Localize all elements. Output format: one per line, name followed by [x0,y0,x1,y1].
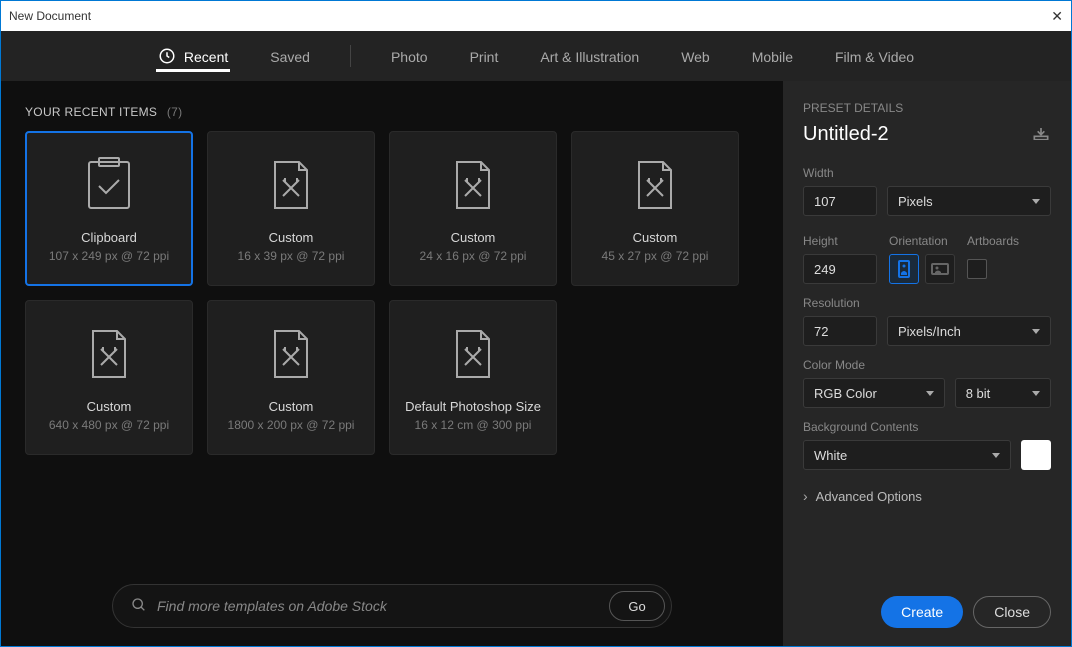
preset-card[interactable]: Custom 16 x 39 px @ 72 ppi [207,131,375,286]
colormode-select[interactable]: RGB Color [803,378,945,408]
bg-color-swatch[interactable] [1021,440,1051,470]
save-preset-icon[interactable] [1031,126,1051,143]
document-icon [633,154,677,216]
orientation-label: Orientation [889,234,955,248]
artboards-label: Artboards [967,234,1019,248]
tab-web[interactable]: Web [679,43,712,69]
width-unit-select[interactable]: Pixels [887,186,1051,216]
search-icon [131,597,147,616]
create-button[interactable]: Create [881,596,963,628]
height-input[interactable] [803,254,877,284]
preset-card[interactable]: Custom 1800 x 200 px @ 72 ppi [207,300,375,455]
preset-card-label: Custom [451,230,496,245]
preset-card-meta: 16 x 39 px @ 72 ppi [238,249,345,263]
preset-details-panel: PRESET DETAILS Untitled-2 Width Pixels H… [783,81,1071,646]
clipboard-icon [83,154,135,216]
stock-search-input[interactable] [157,598,599,614]
colordepth-select[interactable]: 8 bit [955,378,1051,408]
window-title: New Document [9,9,1023,23]
preset-card-meta: 16 x 12 cm @ 300 ppi [415,418,532,432]
title-bar: New Document ✕ [1,1,1071,31]
preset-card[interactable]: Default Photoshop Size 16 x 12 cm @ 300 p… [389,300,557,455]
preset-card-meta: 45 x 27 px @ 72 ppi [602,249,709,263]
recent-icon [158,47,176,68]
tab-mobile[interactable]: Mobile [750,43,795,69]
preset-card-meta: 640 x 480 px @ 72 ppi [49,418,169,432]
advanced-options-label: Advanced Options [816,489,922,504]
chevron-right-icon [803,488,808,504]
orientation-landscape-button[interactable] [925,254,955,284]
tab-divider [350,45,351,67]
close-icon[interactable]: ✕ [1023,8,1063,25]
preset-details-header: PRESET DETAILS [803,101,1051,115]
preset-card-label: Clipboard [81,230,137,245]
tab-recent[interactable]: Recent [156,41,230,72]
preset-card[interactable]: Custom 45 x 27 px @ 72 ppi [571,131,739,286]
recent-items-count: (7) [167,105,183,119]
preset-card-label: Custom [269,230,314,245]
document-icon [269,323,313,385]
document-icon [87,323,131,385]
resolution-unit-select[interactable]: Pixels/Inch [887,316,1051,346]
close-button[interactable]: Close [973,596,1051,628]
preset-card-label: Custom [87,399,132,414]
tab-saved[interactable]: Saved [268,43,312,69]
preset-grid: Clipboard 107 x 249 px @ 72 ppi Custom 16 x… [25,131,759,455]
bg-label: Background Contents [803,420,1051,434]
stock-search-bar: Go [112,584,672,628]
document-icon [451,323,495,385]
preset-card[interactable]: Custom 640 x 480 px @ 72 ppi [25,300,193,455]
preset-card[interactable]: Custom 24 x 16 px @ 72 ppi [389,131,557,286]
document-name[interactable]: Untitled-2 [803,123,1031,146]
artboards-checkbox[interactable] [967,259,987,279]
orientation-portrait-button[interactable] [889,254,919,284]
preset-card-meta: 107 x 249 px @ 72 ppi [49,249,169,263]
preset-card-meta: 24 x 16 px @ 72 ppi [420,249,527,263]
tab-bar: Recent Saved Photo Print Art & Illustration W… [1,31,1071,81]
recent-items-header: YOUR RECENT ITEMS (7) [25,105,759,119]
preset-card-meta: 1800 x 200 px @ 72 ppi [228,418,355,432]
height-label: Height [803,234,877,248]
tab-art-illustration[interactable]: Art & Illustration [538,43,641,69]
resolution-input[interactable] [803,316,877,346]
preset-card-label: Custom [633,230,678,245]
width-label: Width [803,166,1051,180]
tab-film-video[interactable]: Film & Video [833,43,916,69]
tab-print[interactable]: Print [468,43,501,69]
go-button[interactable]: Go [609,591,665,621]
preset-card-label: Custom [269,399,314,414]
colormode-label: Color Mode [803,358,1051,372]
width-input[interactable] [803,186,877,216]
document-icon [451,154,495,216]
document-icon [269,154,313,216]
preset-card-label: Default Photoshop Size [405,399,541,414]
tab-photo[interactable]: Photo [389,43,430,69]
recent-items-label: YOUR RECENT ITEMS [25,105,157,119]
preset-card[interactable]: Clipboard 107 x 249 px @ 72 ppi [25,131,193,286]
advanced-options-toggle[interactable]: Advanced Options [803,488,1051,504]
bg-select[interactable]: White [803,440,1011,470]
resolution-label: Resolution [803,296,1051,310]
